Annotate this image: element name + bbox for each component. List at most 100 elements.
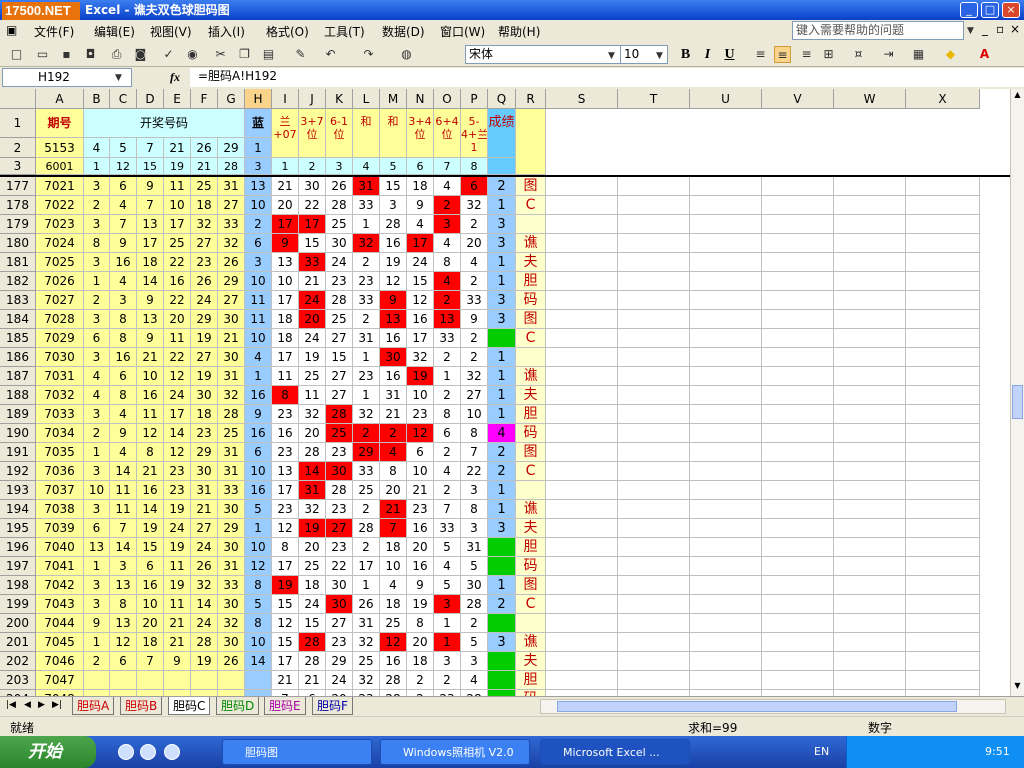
data-cell[interactable]: 6 xyxy=(84,329,110,348)
data-cell[interactable]: 28 xyxy=(380,215,407,234)
data-cell[interactable]: 31 xyxy=(380,386,407,405)
score-cell[interactable]: 3 xyxy=(488,519,516,538)
data-cell[interactable]: 16 xyxy=(407,557,434,576)
data-cell[interactable]: 30 xyxy=(380,348,407,367)
data-cell[interactable]: 21 xyxy=(218,329,245,348)
data-cell[interactable]: 11 xyxy=(164,329,191,348)
empty-cell[interactable] xyxy=(762,291,834,310)
data-cell[interactable]: 6 xyxy=(461,177,488,196)
score-cell[interactable]: 2 xyxy=(488,177,516,196)
data-cell[interactable]: 12 xyxy=(272,614,299,633)
data-cell[interactable]: 18 xyxy=(380,595,407,614)
data-cell[interactable]: 3 xyxy=(461,652,488,671)
empty-cell[interactable] xyxy=(762,481,834,500)
data-cell[interactable]: 7030 xyxy=(36,348,84,367)
data-cell[interactable]: 33 xyxy=(461,291,488,310)
format-painter-icon[interactable]: ✎ xyxy=(292,46,309,63)
empty-cell[interactable] xyxy=(618,234,690,253)
empty-cell[interactable] xyxy=(546,215,618,234)
data-cell[interactable]: 30 xyxy=(218,633,245,652)
data-cell[interactable]: 28 xyxy=(326,291,353,310)
data-cell[interactable]: 28 xyxy=(380,671,407,690)
data-cell[interactable]: 4 xyxy=(110,272,137,291)
data-cell[interactable]: 5 xyxy=(434,576,461,595)
empty-cell[interactable] xyxy=(618,367,690,386)
task-excel[interactable]: Microsoft Excel ... xyxy=(540,739,690,765)
data-cell[interactable]: 2 xyxy=(84,196,110,215)
data-cell[interactable]: 27 xyxy=(218,291,245,310)
tab-sheet-a[interactable]: 胆码A xyxy=(72,697,115,715)
data-cell[interactable]: 28 xyxy=(299,633,326,652)
empty-cell[interactable] xyxy=(762,557,834,576)
label-cell[interactable]: 图 xyxy=(516,310,546,329)
row-header[interactable]: 197 xyxy=(0,557,36,576)
data-cell[interactable]: 28 xyxy=(299,652,326,671)
data-cell[interactable]: 17 xyxy=(272,481,299,500)
data-cell[interactable]: 25 xyxy=(299,557,326,576)
doc-minimize-button[interactable]: _ xyxy=(982,22,988,36)
empty-cell[interactable] xyxy=(834,519,906,538)
data-cell[interactable]: 28 xyxy=(326,405,353,424)
data-cell[interactable]: 2 xyxy=(434,291,461,310)
data-cell[interactable]: 24 xyxy=(191,291,218,310)
row-header[interactable]: 186 xyxy=(0,348,36,367)
empty-cell[interactable] xyxy=(834,253,906,272)
score-cell[interactable]: 3 xyxy=(488,633,516,652)
data-cell[interactable]: 9 xyxy=(137,291,164,310)
data-cell[interactable]: 4 xyxy=(434,234,461,253)
empty-cell[interactable] xyxy=(762,595,834,614)
empty-cell[interactable] xyxy=(690,462,762,481)
empty-cell[interactable] xyxy=(690,196,762,215)
score-cell[interactable]: 2 xyxy=(488,443,516,462)
data-cell[interactable]: 3 xyxy=(84,310,110,329)
empty-cell[interactable] xyxy=(690,557,762,576)
empty-cell[interactable] xyxy=(618,481,690,500)
doc-close-button[interactable]: × xyxy=(1010,22,1020,36)
borders-icon[interactable]: ▦ xyxy=(910,46,927,63)
data-cell[interactable]: 12 xyxy=(407,424,434,443)
data-cell[interactable]: 14 xyxy=(110,538,137,557)
data-cell[interactable]: 1 xyxy=(353,215,380,234)
data-cell[interactable]: 21 xyxy=(380,405,407,424)
column-header[interactable]: R xyxy=(516,89,546,109)
data-cell[interactable]: 29 xyxy=(191,310,218,329)
data-cell[interactable]: 7 xyxy=(110,215,137,234)
empty-cell[interactable] xyxy=(546,614,618,633)
data-cell[interactable]: 4 xyxy=(434,272,461,291)
data-cell[interactable]: 23 xyxy=(407,500,434,519)
data-cell[interactable] xyxy=(84,671,110,690)
score-cell[interactable] xyxy=(488,652,516,671)
row-header[interactable]: 177 xyxy=(0,177,36,196)
row-header[interactable]: 1 xyxy=(0,109,36,138)
fx-icon[interactable]: fx xyxy=(170,70,180,85)
data-cell[interactable]: 24 xyxy=(164,386,191,405)
data-cell[interactable]: 3 xyxy=(434,595,461,614)
data-cell[interactable]: 12 xyxy=(137,424,164,443)
data-cell[interactable]: 13 xyxy=(245,177,272,196)
data-cell[interactable]: 32 xyxy=(218,614,245,633)
data-cell[interactable]: 11 xyxy=(245,291,272,310)
data-cell[interactable]: 15 xyxy=(137,538,164,557)
data-cell[interactable]: 27 xyxy=(326,519,353,538)
empty-cell[interactable] xyxy=(618,348,690,367)
align-left-icon[interactable]: ≡ xyxy=(752,46,769,63)
data-cell[interactable]: 15 xyxy=(407,272,434,291)
data-cell[interactable]: 23 xyxy=(191,424,218,443)
empty-cell[interactable] xyxy=(690,310,762,329)
data-cell[interactable]: 17 xyxy=(353,557,380,576)
data-cell[interactable]: 3 xyxy=(84,500,110,519)
data-cell[interactable]: 32 xyxy=(353,671,380,690)
menu-tools[interactable]: 工具(T) xyxy=(324,23,365,40)
data-cell[interactable]: 11 xyxy=(164,177,191,196)
data-cell[interactable]: 27 xyxy=(326,386,353,405)
data-cell[interactable]: 7022 xyxy=(36,196,84,215)
data-cell[interactable]: 24 xyxy=(164,519,191,538)
data-cell[interactable]: 22 xyxy=(461,462,488,481)
score-cell[interactable]: 3 xyxy=(488,215,516,234)
data-cell[interactable]: 16 xyxy=(380,329,407,348)
data-cell[interactable]: 27 xyxy=(326,614,353,633)
empty-cell[interactable] xyxy=(618,652,690,671)
score-cell[interactable]: 4 xyxy=(488,424,516,443)
data-cell[interactable]: 19 xyxy=(191,652,218,671)
data-cell[interactable]: 6 xyxy=(84,519,110,538)
